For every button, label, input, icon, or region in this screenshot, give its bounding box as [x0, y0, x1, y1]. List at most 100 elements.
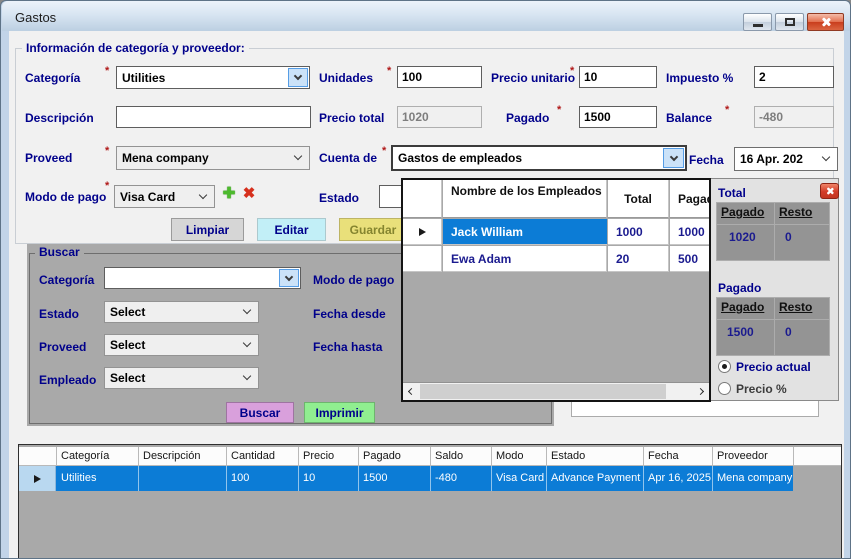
- grid-header-pagado[interactable]: Pagad: [670, 180, 709, 218]
- categoria-combo[interactable]: Utilities: [116, 66, 310, 89]
- cell-precio[interactable]: 10: [303, 472, 315, 484]
- guardar-button[interactable]: Guardar: [339, 218, 407, 241]
- empleados-popup: Nombre de los Empleados Total Pagad Jack…: [401, 178, 839, 401]
- grid-cell-total[interactable]: 1000: [608, 219, 669, 245]
- categoria-dropdown-button[interactable]: [288, 68, 308, 87]
- grid-cell-pagado[interactable]: 1000: [670, 219, 709, 245]
- proveedor-combo[interactable]: Mena company: [116, 146, 310, 170]
- grid-cell-name[interactable]: Jack William: [443, 219, 607, 245]
- buscar-categoria-combo[interactable]: [104, 267, 301, 289]
- proveedor-required-marker: *: [105, 145, 109, 157]
- add-payment-mode-button[interactable]: ✚: [221, 186, 237, 202]
- scroll-left-button[interactable]: [403, 383, 420, 400]
- precio-percent-label: Precio %: [736, 382, 787, 396]
- precio-unitario-field[interactable]: [579, 66, 657, 88]
- pagado-field[interactable]: [579, 106, 657, 128]
- cell-pagado[interactable]: 1500: [363, 472, 387, 484]
- cuenta-combo[interactable]: Gastos de empleados: [391, 145, 687, 171]
- pagado-label: Pagado: [506, 111, 549, 125]
- precio-percent-radio[interactable]: [718, 382, 731, 395]
- grid-cell-name[interactable]: Ewa Adam: [443, 246, 607, 272]
- balance-field: [754, 106, 834, 128]
- col-header-saldo[interactable]: Saldo: [435, 450, 463, 462]
- buscar-estado-combo[interactable]: Select: [104, 301, 259, 323]
- buscar-button[interactable]: Buscar: [226, 402, 294, 423]
- unidades-label: Unidades: [319, 71, 373, 85]
- title-bar[interactable]: Gastos: [2, 1, 851, 31]
- cell-proveedor[interactable]: Mena company: [717, 472, 792, 484]
- expenses-grid: Categoría Descripción Cantidad Precio Pa…: [18, 444, 842, 559]
- buscar-categoria-dropdown-button[interactable]: [279, 269, 299, 287]
- fecha-value: 16 Apr. 202: [735, 152, 837, 166]
- col-header-proveedor[interactable]: Proveedor: [717, 450, 768, 462]
- balance-label: Balance: [666, 111, 712, 125]
- chevron-down-icon: [285, 272, 293, 280]
- scroll-right-button[interactable]: [692, 383, 709, 400]
- cell-cantidad[interactable]: 100: [231, 472, 249, 484]
- col-header-estado[interactable]: Estado: [551, 450, 585, 462]
- buscar-estado-value: Select: [105, 305, 258, 319]
- row-selector-cell[interactable]: [403, 219, 442, 245]
- table-row[interactable]: Utilities 100 10 1500 -480 Visa Card Adv…: [56, 466, 793, 491]
- buscar-fecha-hasta-label: Fecha hasta: [313, 340, 382, 354]
- pagado-pagado-value: 1500: [727, 325, 754, 339]
- grid-corner-cell: [403, 180, 442, 218]
- modo-pago-combo[interactable]: Visa Card: [114, 185, 215, 208]
- chevron-right-icon: [697, 388, 704, 395]
- grid-cell-total[interactable]: 20: [608, 246, 669, 272]
- grid-header-total[interactable]: Total: [608, 180, 669, 218]
- cell-estado[interactable]: Advance Payment: [551, 472, 640, 484]
- buscar-empleado-combo[interactable]: Select: [104, 367, 259, 389]
- close-button[interactable]: [807, 13, 844, 31]
- cuenta-label: Cuenta de: [319, 151, 377, 165]
- cell-fecha[interactable]: Apr 16, 2025: [648, 472, 711, 484]
- cell-modo[interactable]: Visa Card: [496, 472, 544, 484]
- scrollbar-thumb[interactable]: [420, 384, 666, 399]
- total-pagado-value: 1020: [729, 230, 756, 244]
- row-selector-cell[interactable]: [19, 466, 56, 491]
- total-resto-header: Resto: [779, 205, 812, 219]
- modo-pago-label: Modo de pago: [25, 190, 106, 204]
- obscured-textbox[interactable]: [571, 400, 819, 417]
- grid-cell-pagado[interactable]: 500: [670, 246, 709, 272]
- maximize-button[interactable]: [775, 13, 804, 31]
- delete-payment-mode-button[interactable]: ✖: [241, 186, 257, 202]
- precio-actual-radio[interactable]: [718, 360, 731, 373]
- col-header-fecha[interactable]: Fecha: [648, 450, 679, 462]
- cuenta-dropdown-button[interactable]: [663, 148, 684, 168]
- cell-categoria[interactable]: Utilities: [61, 472, 96, 484]
- buscar-group-title: Buscar: [35, 245, 84, 259]
- editar-button[interactable]: Editar: [257, 218, 326, 241]
- precio-unitario-required-marker: *: [570, 65, 574, 77]
- buscar-empleado-label: Empleado: [39, 373, 96, 387]
- descripcion-label: Descripción: [25, 111, 94, 125]
- grid-header-nombre[interactable]: Nombre de los Empleados: [443, 180, 607, 218]
- col-header-categoria[interactable]: Categoría: [61, 450, 109, 462]
- buscar-proveedor-combo[interactable]: Select: [104, 334, 259, 356]
- buscar-categoria-label: Categoría: [39, 273, 94, 287]
- minimize-icon: [753, 24, 763, 27]
- col-header-descripcion[interactable]: Descripción: [143, 450, 200, 462]
- pagado-summary-table: Pagado Resto 1500 0: [716, 297, 830, 356]
- col-header-pagado[interactable]: Pagado: [363, 450, 401, 462]
- col-header-modo[interactable]: Modo: [496, 450, 524, 462]
- horizontal-scrollbar[interactable]: [403, 382, 709, 400]
- minimize-button[interactable]: [743, 13, 772, 31]
- row-selector-cell[interactable]: [403, 246, 442, 272]
- imprimir-button[interactable]: Imprimir: [304, 402, 375, 423]
- unidades-required-marker: *: [387, 65, 391, 77]
- col-header-precio[interactable]: Precio: [303, 450, 334, 462]
- modo-pago-combo-value: Visa Card: [115, 190, 214, 204]
- descripcion-field[interactable]: [116, 106, 311, 128]
- window-title: Gastos: [15, 10, 56, 25]
- buscar-modo-label: Modo de pago: [313, 273, 394, 287]
- fecha-datepicker[interactable]: 16 Apr. 202: [734, 147, 838, 171]
- cell-saldo[interactable]: -480: [435, 472, 457, 484]
- pagado-required-marker: *: [557, 104, 561, 116]
- popup-close-button[interactable]: [820, 183, 839, 199]
- impuesto-field[interactable]: [754, 66, 834, 88]
- limpiar-button[interactable]: Limpiar: [171, 218, 244, 241]
- col-header-cantidad[interactable]: Cantidad: [231, 450, 275, 462]
- cuenta-required-marker: *: [382, 145, 386, 157]
- unidades-field[interactable]: [397, 66, 482, 88]
